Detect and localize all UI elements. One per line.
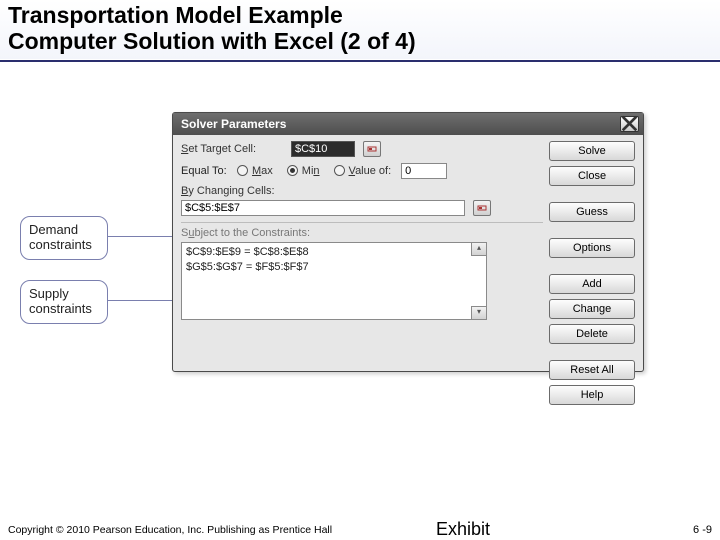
changing-cells-input[interactable]: [181, 200, 465, 216]
label-equal-to: Equal To:: [181, 165, 233, 177]
callout-supply: Supply constraints: [20, 280, 108, 324]
label-min: Min: [302, 165, 320, 177]
exhibit-label: Exhibit: [436, 519, 490, 540]
label-subject-to: Subject to the Constraints:: [181, 227, 543, 239]
target-cell-input[interactable]: [291, 141, 355, 157]
radio-max[interactable]: [237, 165, 248, 176]
scroll-up-icon[interactable]: ▴: [471, 242, 487, 256]
page-number: 6 -9: [693, 524, 712, 536]
radio-min[interactable]: [287, 165, 298, 176]
dialog-left-pane: Set Target Cell: Equal To: Max Min V: [181, 141, 543, 145]
constraint-item[interactable]: $G$5:$G$7 = $F$5:$F$7: [186, 260, 482, 275]
options-button[interactable]: Options: [549, 238, 635, 258]
radio-value-of[interactable]: [334, 165, 345, 176]
row-target-cell: Set Target Cell:: [181, 141, 543, 157]
row-changing-cells: [181, 200, 543, 216]
add-button[interactable]: Add: [549, 274, 635, 294]
delete-button[interactable]: Delete: [549, 324, 635, 344]
copyright-text: Copyright © 2010 Pearson Education, Inc.…: [8, 524, 348, 536]
refedit-icon-2[interactable]: [473, 200, 491, 216]
label-by-changing: By Changing Cells:: [181, 185, 543, 197]
separator: [181, 222, 543, 223]
solve-button[interactable]: Solve: [549, 141, 635, 161]
label-value-of: Value of:: [349, 165, 392, 177]
dialog-body: Set Target Cell: Equal To: Max Min V: [173, 135, 643, 151]
reset-all-button[interactable]: Reset All: [549, 360, 635, 380]
content-area: Demand constraints Supply constraints So…: [0, 62, 720, 442]
footer: Copyright © 2010 Pearson Education, Inc.…: [8, 524, 712, 536]
callout-demand: Demand constraints: [20, 216, 108, 260]
scroll-down-icon[interactable]: ▾: [471, 306, 487, 320]
title-area: Transportation Model Example Computer So…: [0, 0, 720, 59]
callout-demand-text: Demand constraints: [29, 222, 92, 252]
change-button[interactable]: Change: [549, 299, 635, 319]
dialog-title: Solver Parameters: [181, 117, 620, 131]
title-line-2: Computer Solution with Excel (2 of 4): [8, 28, 416, 54]
constraints-listbox[interactable]: $C$9:$E$9 = $C$8:$E$8 $G$5:$G$7 = $F$5:$…: [181, 242, 487, 320]
label-max: Max: [252, 165, 273, 177]
refedit-icon[interactable]: [363, 141, 381, 157]
dialog-button-column: Solve Close Guess Options Add Change Del…: [549, 141, 635, 405]
close-icon[interactable]: [620, 116, 639, 132]
solver-dialog: Solver Parameters Set Target Cell:: [172, 112, 644, 372]
help-button[interactable]: Help: [549, 385, 635, 405]
row-equal-to: Equal To: Max Min Value of:: [181, 163, 543, 179]
constraint-item[interactable]: $C$9:$E$9 = $C$8:$E$8: [186, 245, 482, 260]
slide-root: Transportation Model Example Computer So…: [0, 0, 720, 540]
value-of-input[interactable]: [401, 163, 447, 179]
slide-title: Transportation Model Example Computer So…: [8, 2, 712, 55]
close-button[interactable]: Close: [549, 166, 635, 186]
callout-supply-text: Supply constraints: [29, 286, 92, 316]
guess-button[interactable]: Guess: [549, 202, 635, 222]
title-line-1: Transportation Model Example: [8, 2, 343, 28]
label-set-target: Set Target Cell:: [181, 143, 283, 155]
dialog-titlebar[interactable]: Solver Parameters: [173, 113, 643, 135]
